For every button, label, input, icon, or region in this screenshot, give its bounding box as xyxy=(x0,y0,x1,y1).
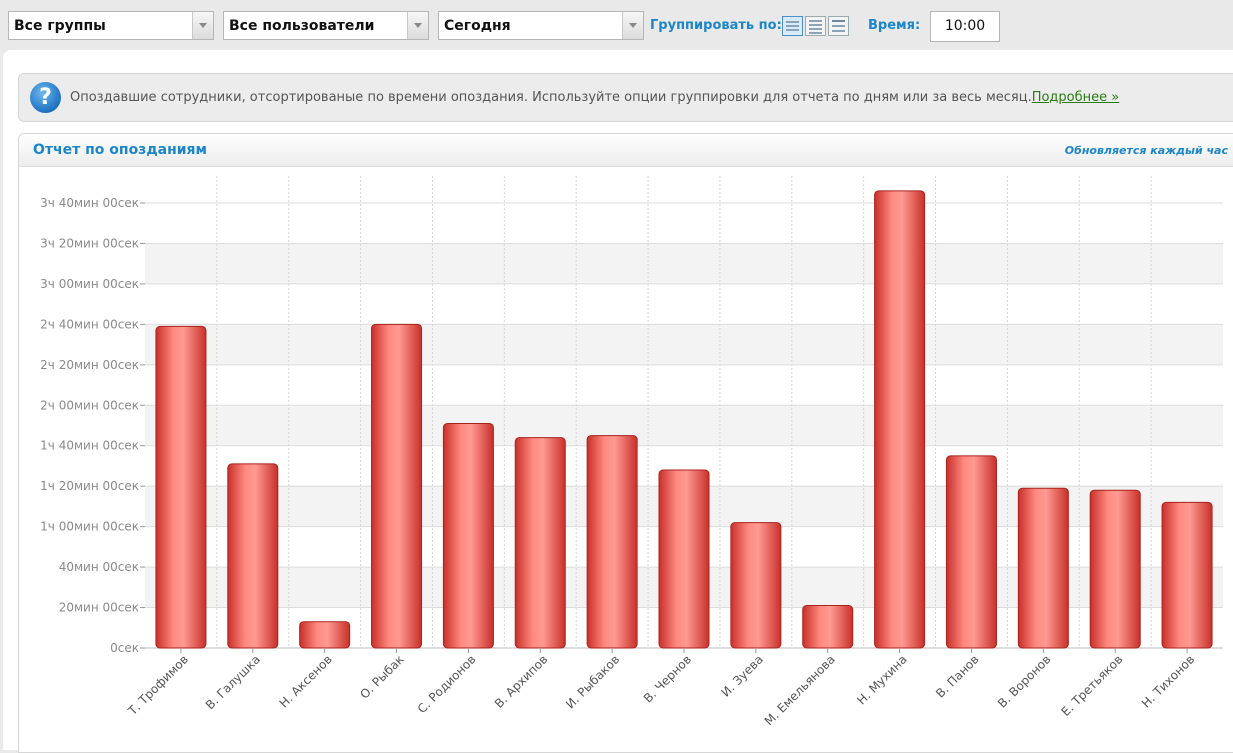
bar xyxy=(1161,501,1213,649)
time-input[interactable]: 10:00 xyxy=(930,11,1000,42)
bar xyxy=(227,463,279,649)
info-text: Опоздавшие сотрудники, отсортированые по… xyxy=(70,90,1119,105)
report-update-note: Обновляется каждый час xyxy=(1064,144,1228,157)
grid-band xyxy=(145,405,1223,446)
bar xyxy=(514,437,566,649)
y-tick-label: 40мин 00сек xyxy=(59,560,139,574)
y-tick-label: 1ч 40мин 00сек xyxy=(40,439,139,453)
bar xyxy=(945,455,997,649)
y-tick-label: 2ч 20мин 00сек xyxy=(40,358,139,372)
bar xyxy=(299,621,351,649)
grid-band xyxy=(145,324,1223,365)
help-icon: ? xyxy=(30,82,61,113)
bar xyxy=(1089,489,1141,649)
y-tick-label: 20мин 00сек xyxy=(59,601,139,615)
toolbar: Все группы Все пользователи Сегодня Груп… xyxy=(0,0,1233,52)
report-title: Отчет по опозданиям xyxy=(33,142,207,158)
bar xyxy=(730,522,782,649)
x-tick-label: Т. Трофимов xyxy=(125,652,191,718)
bar xyxy=(155,325,207,649)
x-tick-label: Н. Мухина xyxy=(854,652,909,707)
bar xyxy=(586,435,638,649)
y-tick-label: 1ч 20мин 00сек xyxy=(40,479,139,493)
users-select-value: Все пользователи xyxy=(229,18,375,34)
group-select[interactable]: Все группы xyxy=(8,11,214,40)
period-select[interactable]: Сегодня xyxy=(438,11,644,40)
y-tick-label: 1ч 00мин 00сек xyxy=(40,520,139,534)
bar xyxy=(1017,487,1069,649)
y-tick-label: 3ч 00мин 00сек xyxy=(40,277,139,291)
y-tick-label: 2ч 40мин 00сек xyxy=(40,317,139,331)
x-tick-label: В. Архипов xyxy=(492,652,551,711)
x-tick-label: Н. Аксенов xyxy=(277,652,335,710)
group-by-days-icon[interactable] xyxy=(805,16,826,36)
info-description: Опоздавшие сотрудники, отсортированые по… xyxy=(70,90,1032,105)
bar xyxy=(658,469,710,649)
group-select-value: Все группы xyxy=(14,18,106,34)
bar xyxy=(442,422,494,649)
group-by-list-icon[interactable] xyxy=(782,16,803,36)
y-tick-label: 0сек xyxy=(110,641,139,655)
lateness-bar-chart: 0сек 20мин 00сек 40мин 00сек 1ч 00мин 00сек… xyxy=(40,176,1223,728)
chevron-down-icon[interactable] xyxy=(622,12,643,39)
x-tick-label: М. Емельянова xyxy=(762,652,838,728)
y-tick-label: 2ч 00мин 00сек xyxy=(40,398,139,412)
x-tick-label: Е. Третьяков xyxy=(1059,652,1126,719)
y-tick-label: 3ч 20мин 00сек xyxy=(40,236,139,250)
chevron-down-icon[interactable] xyxy=(192,12,213,39)
x-tick-label: В. Чернов xyxy=(641,652,694,705)
group-by-label: Группировать по: xyxy=(650,18,782,33)
time-label: Время: xyxy=(868,18,921,33)
x-tick-label: И. Зуева xyxy=(718,652,766,700)
grid-band xyxy=(145,243,1223,284)
bar xyxy=(371,323,423,649)
x-tick-label: С. Родионов xyxy=(415,652,479,716)
x-tick-label: В. Панов xyxy=(933,652,981,700)
info-banner: ? Опоздавшие сотрудники, отсортированые … xyxy=(18,73,1233,122)
x-tick-label: О. Рыбак xyxy=(357,652,406,701)
chevron-down-icon[interactable] xyxy=(407,12,428,39)
bar xyxy=(802,605,854,649)
x-tick-label: В. Воронов xyxy=(995,652,1053,710)
y-tick-label: 3ч 40мин 00сек xyxy=(40,196,139,210)
x-tick-label: Н. Тихонов xyxy=(1139,652,1197,710)
period-select-value: Сегодня xyxy=(444,18,511,34)
users-select[interactable]: Все пользователи xyxy=(223,11,429,40)
x-tick-label: И. Рыбаков xyxy=(563,652,622,711)
bar xyxy=(874,190,926,649)
x-tick-label: В. Галушка xyxy=(203,652,263,712)
group-by-month-icon[interactable] xyxy=(828,16,849,36)
more-link[interactable]: Подробнее » xyxy=(1032,90,1120,105)
